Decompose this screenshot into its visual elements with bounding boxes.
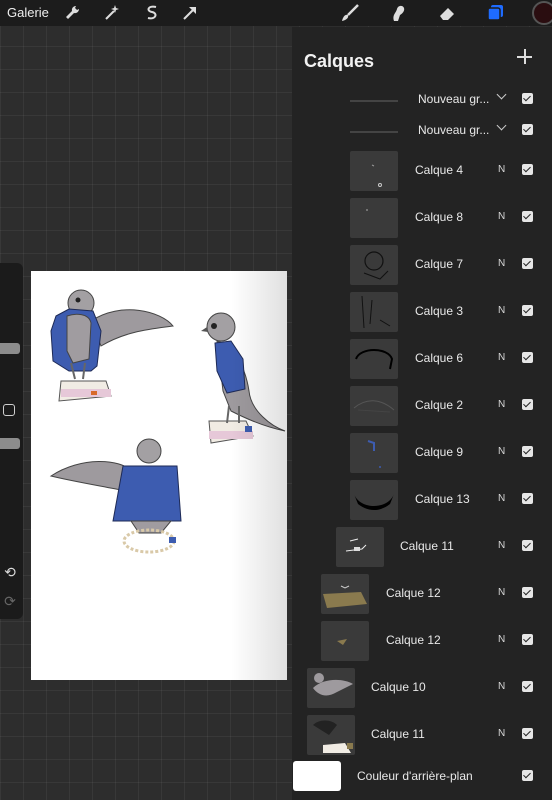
blend-mode-label[interactable]: N xyxy=(498,728,505,739)
blend-mode-label[interactable]: N xyxy=(498,164,505,175)
visibility-checkbox[interactable] xyxy=(522,587,533,598)
layer-label: Calque 11 xyxy=(400,539,454,553)
smudge-icon[interactable] xyxy=(388,3,408,23)
magic-wand-icon[interactable] xyxy=(102,3,122,23)
blend-mode-label[interactable]: N xyxy=(498,540,505,551)
blend-mode-label[interactable]: N xyxy=(498,258,505,269)
layer-thumbnail xyxy=(350,480,398,520)
blend-mode-label[interactable]: N xyxy=(498,634,505,645)
group-indent-line xyxy=(350,131,398,133)
layer-label: Calque 4 xyxy=(415,163,464,177)
visibility-checkbox[interactable] xyxy=(522,164,533,175)
chevron-down-icon[interactable] xyxy=(496,120,507,131)
opacity-slider-handle[interactable] xyxy=(0,438,20,449)
layer-thumbnail xyxy=(350,198,398,238)
layer-thumbnail xyxy=(350,292,398,332)
layer-thumbnail xyxy=(321,621,369,661)
layer-label: Calque 2 xyxy=(415,398,464,412)
layer-row[interactable]: Calque 11 N xyxy=(292,712,552,759)
undo-icon[interactable]: ⟲ xyxy=(2,564,18,580)
layer-thumbnail xyxy=(350,245,398,285)
transform-arrow-icon[interactable] xyxy=(180,3,200,23)
layer-thumbnail xyxy=(350,339,398,379)
visibility-checkbox[interactable] xyxy=(522,634,533,645)
visibility-checkbox[interactable] xyxy=(522,124,533,135)
visibility-checkbox[interactable] xyxy=(522,399,533,410)
blend-mode-label[interactable]: N xyxy=(498,446,505,457)
layer-row[interactable]: Calque 9 N xyxy=(292,430,552,477)
panel-title: Calques xyxy=(304,51,375,71)
layer-label: Calque 8 xyxy=(415,210,464,224)
canvas-artwork xyxy=(49,289,286,554)
layer-label: Calque 12 xyxy=(386,586,441,600)
layer-row[interactable]: Calque 2 N xyxy=(292,383,552,430)
layer-thumbnail xyxy=(307,668,355,708)
visibility-checkbox[interactable] xyxy=(522,305,533,316)
layer-row[interactable]: Calque 10 N xyxy=(292,665,552,712)
brush-size-slider-handle[interactable] xyxy=(0,343,20,354)
visibility-checkbox[interactable] xyxy=(522,211,533,222)
layer-thumbnail xyxy=(350,386,398,426)
group-label: Nouveau gr... xyxy=(418,92,490,106)
layer-row[interactable]: Calque 6 N xyxy=(292,336,552,383)
layer-row[interactable]: Calque 7 N xyxy=(292,242,552,289)
layer-thumbnail xyxy=(307,715,355,755)
layer-row[interactable]: Calque 12 N xyxy=(292,618,552,665)
background-label: Couleur d'arrière-plan xyxy=(357,769,473,783)
wrench-icon[interactable] xyxy=(62,3,82,23)
layer-label: Calque 7 xyxy=(415,257,464,271)
layer-row[interactable]: Calque 8 N xyxy=(292,195,552,242)
visibility-checkbox[interactable] xyxy=(522,770,533,781)
color-picker-square-button[interactable] xyxy=(3,404,15,416)
top-toolbar: Galerie xyxy=(0,0,552,26)
blend-mode-label[interactable]: N xyxy=(498,305,505,316)
background-color-row[interactable]: Couleur d'arrière-plan xyxy=(292,759,552,799)
blend-mode-label[interactable]: N xyxy=(498,399,505,410)
layer-label: Calque 12 xyxy=(386,633,441,647)
layer-label: Calque 10 xyxy=(371,680,426,694)
visibility-checkbox[interactable] xyxy=(522,681,533,692)
layer-label: Calque 11 xyxy=(371,727,425,741)
layer-row[interactable]: Calque 4 N xyxy=(292,148,552,195)
layer-row[interactable]: Calque 11 N xyxy=(292,524,552,571)
layer-thumbnail xyxy=(336,527,384,567)
visibility-checkbox[interactable] xyxy=(522,258,533,269)
layers-panel: Calques Nouveau gr... Nouveau gr... Calq… xyxy=(292,27,552,800)
layer-row[interactable]: Calque 13 N xyxy=(292,477,552,524)
group-indent-line xyxy=(350,100,398,102)
layer-label: Calque 6 xyxy=(415,351,464,365)
eraser-icon[interactable] xyxy=(437,3,457,23)
layer-row[interactable]: Calque 12 N xyxy=(292,571,552,618)
visibility-checkbox[interactable] xyxy=(522,93,533,104)
blend-mode-label[interactable]: N xyxy=(498,681,505,692)
blend-mode-label[interactable]: N xyxy=(498,211,505,222)
visibility-checkbox[interactable] xyxy=(522,493,533,504)
gallery-button[interactable]: Galerie xyxy=(7,5,49,20)
layer-row[interactable]: Calque 3 N xyxy=(292,289,552,336)
visibility-checkbox[interactable] xyxy=(522,728,533,739)
layer-label: Calque 3 xyxy=(415,304,464,318)
plus-icon[interactable] xyxy=(517,49,533,65)
side-toolbar: ⟲ ⟳ xyxy=(0,263,23,619)
background-color-swatch[interactable] xyxy=(293,761,341,791)
visibility-checkbox[interactable] xyxy=(522,540,533,551)
selection-icon[interactable] xyxy=(142,3,162,23)
layer-thumbnail xyxy=(350,151,398,191)
layers-icon[interactable] xyxy=(485,3,505,23)
chevron-down-icon[interactable] xyxy=(496,89,507,100)
group-label: Nouveau gr... xyxy=(418,123,490,137)
layer-label: Calque 9 xyxy=(415,445,464,459)
drawing-canvas[interactable] xyxy=(31,271,287,680)
layer-thumbnail xyxy=(321,574,369,614)
redo-icon[interactable]: ⟳ xyxy=(2,593,18,609)
visibility-checkbox[interactable] xyxy=(522,446,533,457)
blend-mode-label[interactable]: N xyxy=(498,587,505,598)
layer-label: Calque 13 xyxy=(415,492,470,506)
brush-icon[interactable] xyxy=(340,3,360,23)
blend-mode-label[interactable]: N xyxy=(498,352,505,363)
color-swatch-button[interactable] xyxy=(532,1,552,25)
blend-mode-label[interactable]: N xyxy=(498,493,505,504)
layer-thumbnail xyxy=(350,433,398,473)
visibility-checkbox[interactable] xyxy=(522,352,533,363)
